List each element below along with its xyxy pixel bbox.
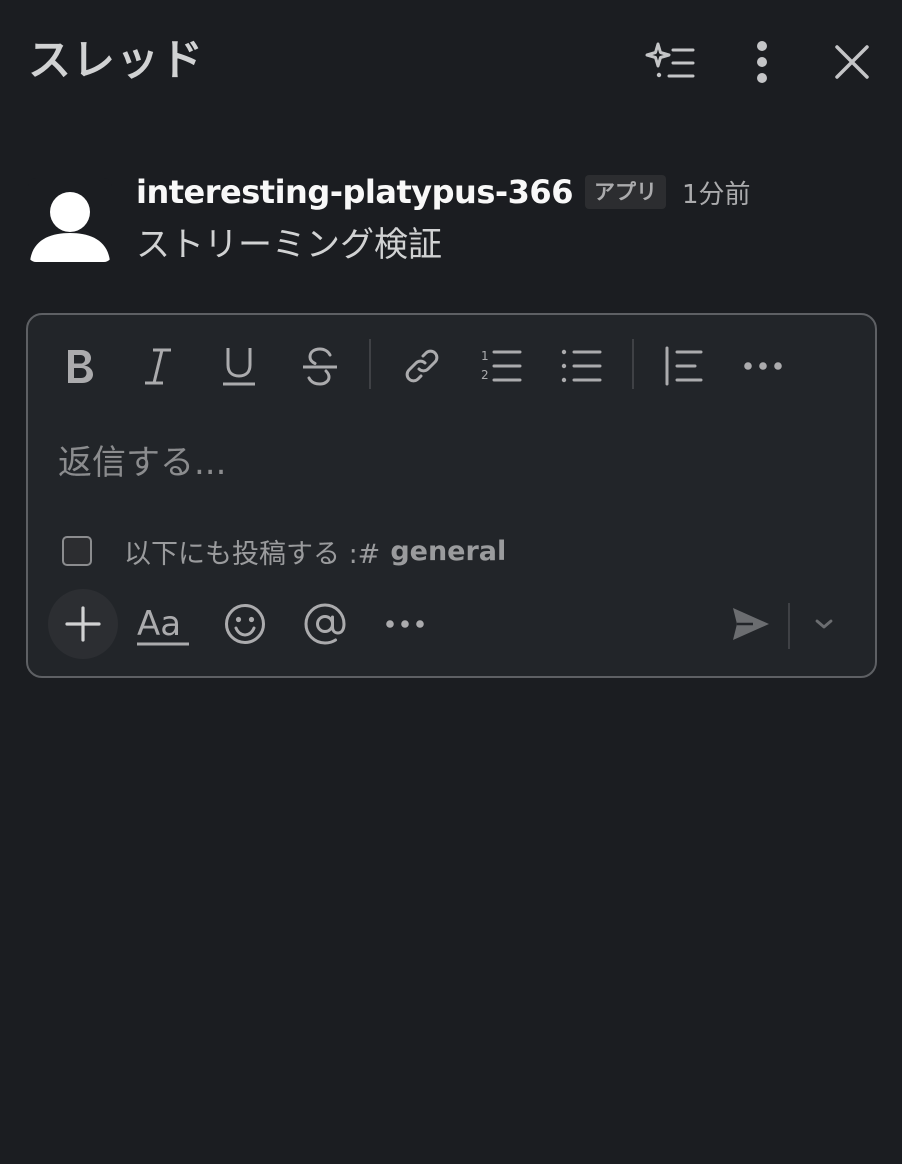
svg-text:2: 2 bbox=[481, 368, 489, 382]
more-horizontal-icon bbox=[386, 620, 424, 628]
mention-icon bbox=[304, 603, 346, 645]
strikethrough-button[interactable] bbox=[291, 337, 349, 395]
avatar[interactable] bbox=[28, 178, 112, 262]
text-format-icon: Aa bbox=[137, 604, 189, 646]
toolbar-divider bbox=[632, 339, 634, 389]
page-title: スレッド bbox=[28, 36, 204, 86]
message-text: ストリーミング検証 bbox=[136, 225, 442, 265]
blockquote-button[interactable] bbox=[654, 337, 712, 395]
emoji-button[interactable] bbox=[214, 593, 276, 655]
send-button[interactable] bbox=[720, 593, 782, 655]
reply-composer: 1 2 返信する... 以下にも投稿する:# general Aa bbox=[26, 313, 877, 678]
blockquote-icon bbox=[665, 346, 703, 386]
underline-button[interactable] bbox=[210, 337, 268, 395]
bulleted-list-icon bbox=[561, 349, 602, 383]
emoji-icon bbox=[225, 604, 265, 644]
close-button[interactable] bbox=[826, 36, 878, 88]
sparkle-list-icon bbox=[645, 42, 695, 78]
svg-text:1: 1 bbox=[481, 349, 489, 363]
more-options-button[interactable] bbox=[736, 36, 788, 88]
bold-icon bbox=[68, 350, 93, 383]
more-formatting-button[interactable] bbox=[734, 337, 792, 395]
underline-icon bbox=[223, 348, 255, 386]
chevron-down-icon bbox=[815, 619, 833, 629]
bulleted-list-button[interactable] bbox=[552, 337, 610, 395]
send-divider bbox=[788, 603, 790, 649]
italic-button[interactable] bbox=[129, 337, 187, 395]
link-icon bbox=[405, 349, 439, 383]
thread-header: スレッド bbox=[0, 0, 902, 122]
bold-button[interactable] bbox=[50, 337, 108, 395]
more-vertical-icon bbox=[757, 41, 767, 83]
username[interactable]: interesting-platypus-366 bbox=[136, 173, 573, 211]
strikethrough-icon bbox=[303, 347, 337, 386]
default-avatar-icon bbox=[30, 192, 110, 262]
text-format-button[interactable]: Aa bbox=[132, 593, 194, 655]
ai-summary-button[interactable] bbox=[644, 36, 696, 88]
toolbar-divider bbox=[369, 339, 371, 389]
italic-icon bbox=[145, 348, 171, 385]
close-icon bbox=[835, 45, 869, 79]
send-icon bbox=[733, 608, 769, 640]
reply-input[interactable]: 返信する... bbox=[58, 433, 838, 493]
numbered-list-icon: 1 2 bbox=[481, 349, 522, 382]
plus-icon bbox=[65, 606, 101, 642]
also-post-option: 以下にも投稿する :# general bbox=[62, 531, 506, 571]
more-horizontal-icon bbox=[744, 362, 782, 370]
timestamp[interactable]: 1分前 bbox=[682, 174, 751, 211]
thread-parent-message: interesting-platypus-366 アプリ 1分前 ストリーミング… bbox=[0, 160, 902, 280]
app-badge: アプリ bbox=[584, 175, 666, 209]
message-meta: interesting-platypus-366 アプリ 1分前 bbox=[136, 172, 751, 212]
more-actions-button[interactable] bbox=[374, 593, 436, 655]
numbered-list-button[interactable]: 1 2 bbox=[472, 337, 530, 395]
also-post-label: 以下にも投稿する :# bbox=[124, 538, 381, 570]
also-post-channel[interactable]: general bbox=[390, 536, 506, 567]
svg-text:Aa: Aa bbox=[137, 604, 181, 644]
attach-button[interactable] bbox=[48, 589, 118, 659]
also-post-checkbox[interactable] bbox=[62, 536, 92, 566]
mention-button[interactable] bbox=[294, 593, 356, 655]
schedule-send-button[interactable] bbox=[796, 593, 852, 655]
link-button[interactable] bbox=[393, 337, 451, 395]
